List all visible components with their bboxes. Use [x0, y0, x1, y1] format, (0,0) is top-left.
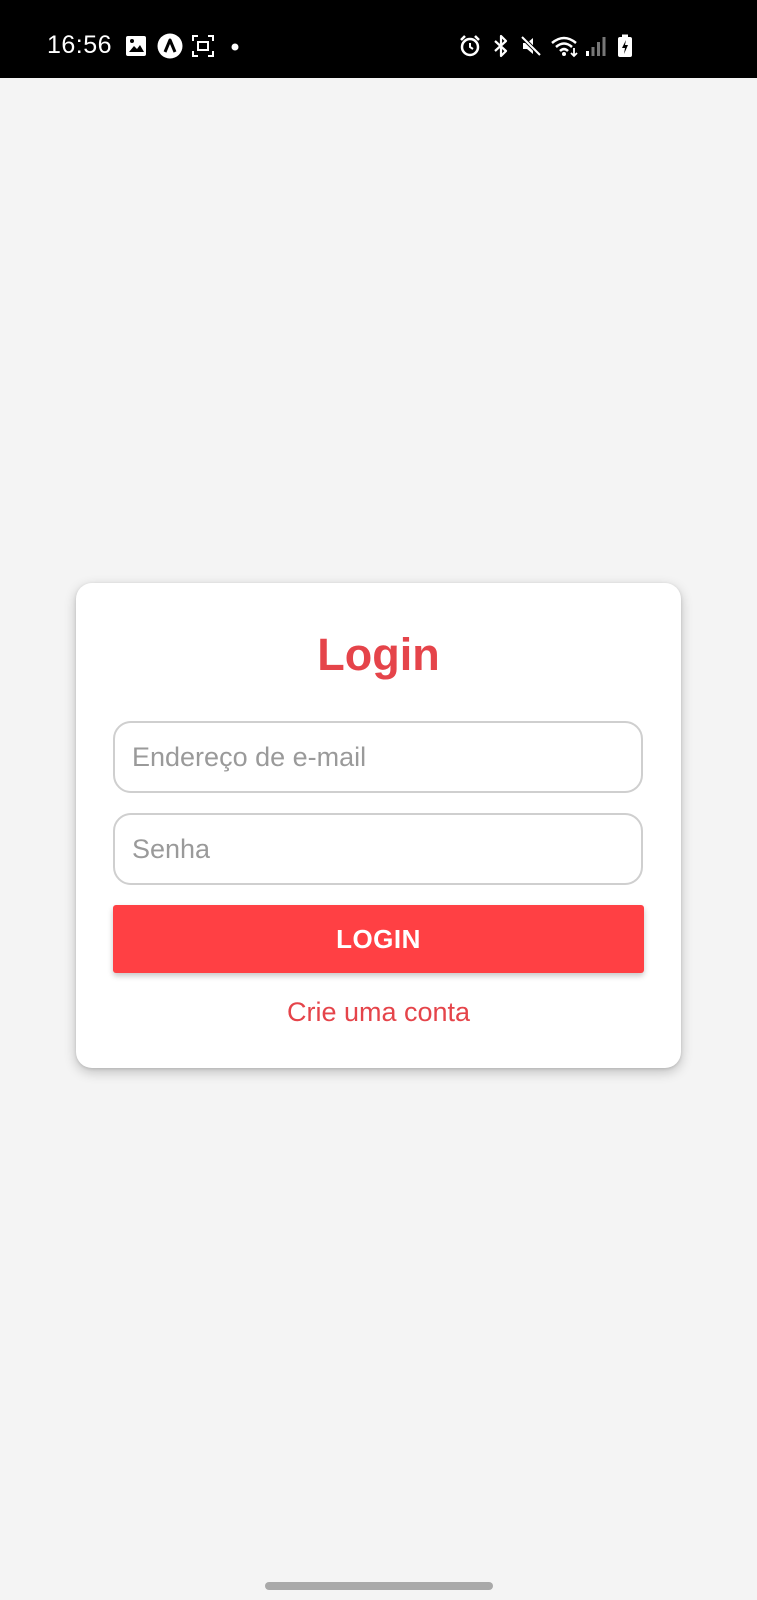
email-field[interactable] — [113, 721, 643, 793]
app-a-icon — [157, 33, 183, 59]
mute-icon — [520, 35, 542, 57]
home-indicator[interactable] — [265, 1582, 493, 1590]
battery-charging-icon — [618, 34, 632, 57]
login-title: Login — [317, 629, 440, 680]
status-time: 16:56 — [47, 31, 113, 59]
bluetooth-icon — [494, 34, 508, 58]
status-bar: 16:56 — [0, 0, 757, 78]
screenshot-icon — [192, 35, 214, 57]
alarm-icon — [460, 35, 480, 57]
dot-icon — [231, 43, 239, 51]
wifi-icon — [551, 36, 578, 58]
login-card: Login LOGIN Crie uma conta — [76, 583, 681, 1068]
create-account-link[interactable]: Crie uma conta — [76, 995, 681, 1029]
password-field[interactable] — [113, 813, 643, 885]
login-button[interactable]: LOGIN — [113, 905, 644, 973]
image-icon — [126, 36, 146, 56]
signal-icon — [586, 37, 606, 56]
